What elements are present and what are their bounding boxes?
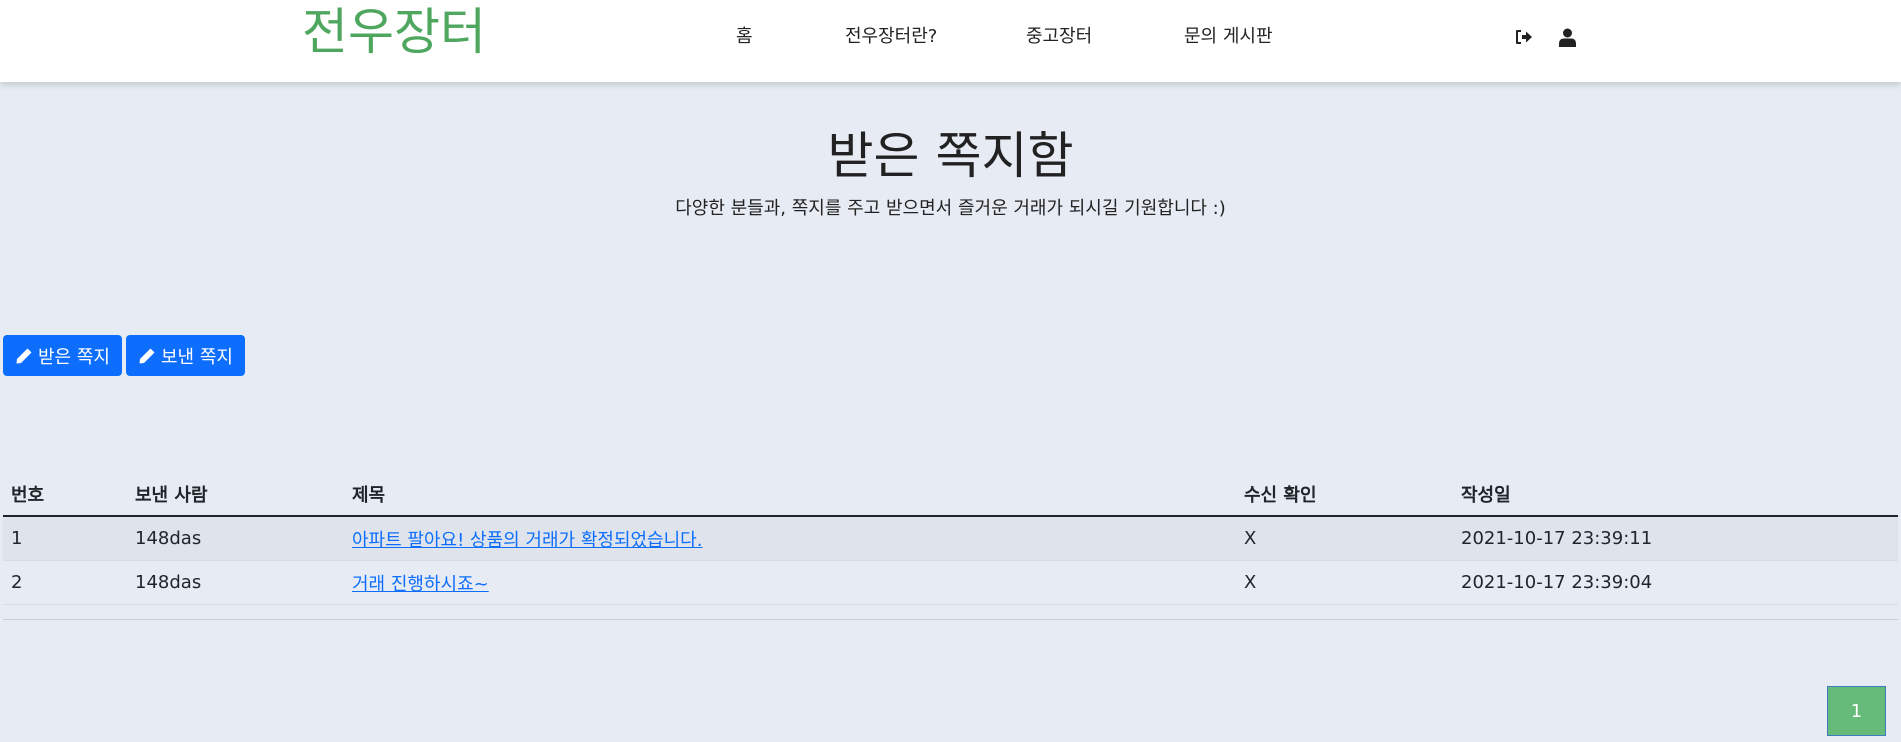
- divider: [3, 619, 1898, 620]
- message-read-status: X: [1236, 516, 1453, 561]
- message-sender: 148das: [127, 560, 344, 605]
- message-subject-link[interactable]: 아파트 팔아요! 상품의 거래가 확정되었습니다.: [352, 530, 702, 551]
- sent-messages-button[interactable]: 보낸 쪽지: [126, 335, 245, 376]
- page-subtitle: 다양한 분들과, 쪽지를 주고 받으면서 즐거운 거래가 되시길 기원합니다 :…: [675, 198, 1226, 219]
- message-number: 2: [3, 560, 127, 605]
- received-messages-button[interactable]: 받은 쪽지: [3, 335, 122, 376]
- received-messages-label: 받은 쪽지: [38, 346, 110, 368]
- message-subject-cell: 거래 진행하시죠~: [344, 560, 1236, 605]
- nav-board[interactable]: 문의 게시판: [1184, 26, 1273, 48]
- message-sender: 148das: [127, 516, 344, 561]
- logout-icon[interactable]: [1513, 26, 1535, 48]
- nav-about[interactable]: 전우장터란?: [845, 26, 937, 48]
- pencil-icon: [16, 348, 32, 363]
- page-title: 받은 쪽지함: [827, 127, 1074, 185]
- sent-messages-label: 보낸 쪽지: [161, 346, 233, 368]
- top-navbar: 전우장터 홈 전우장터란? 중고장터 문의 게시판: [0, 0, 1901, 82]
- column-header-subject: 제목: [344, 472, 1236, 517]
- nav-home[interactable]: 홈: [736, 26, 753, 48]
- column-header-sender: 보낸 사람: [127, 472, 344, 517]
- column-header-date: 작성일: [1453, 472, 1898, 517]
- message-date: 2021-10-17 23:39:11: [1453, 516, 1898, 561]
- message-number: 1: [3, 516, 127, 561]
- pencil-icon: [139, 348, 155, 363]
- pagination-page-1[interactable]: 1: [1827, 686, 1886, 736]
- table-row[interactable]: 2 148das 거래 진행하시죠~ X 2021-10-17 23:39:04: [3, 560, 1898, 605]
- messages-table: 번호 보낸 사람 제목 수신 확인 작성일 1 148das 아파트 팔아요! …: [3, 472, 1898, 605]
- message-subject-cell: 아파트 팔아요! 상품의 거래가 확정되었습니다.: [344, 516, 1236, 561]
- message-subject-link[interactable]: 거래 진행하시죠~: [352, 574, 489, 595]
- message-read-status: X: [1236, 560, 1453, 605]
- site-logo[interactable]: 전우장터: [302, 2, 486, 62]
- nav-market[interactable]: 중고장터: [1026, 26, 1092, 48]
- column-header-number: 번호: [3, 472, 127, 517]
- user-icon[interactable]: [1556, 26, 1578, 48]
- table-header-row: 번호 보낸 사람 제목 수신 확인 작성일: [3, 472, 1898, 517]
- table-row[interactable]: 1 148das 아파트 팔아요! 상품의 거래가 확정되었습니다. X 202…: [3, 516, 1898, 561]
- column-header-read-status: 수신 확인: [1236, 472, 1453, 517]
- message-date: 2021-10-17 23:39:04: [1453, 560, 1898, 605]
